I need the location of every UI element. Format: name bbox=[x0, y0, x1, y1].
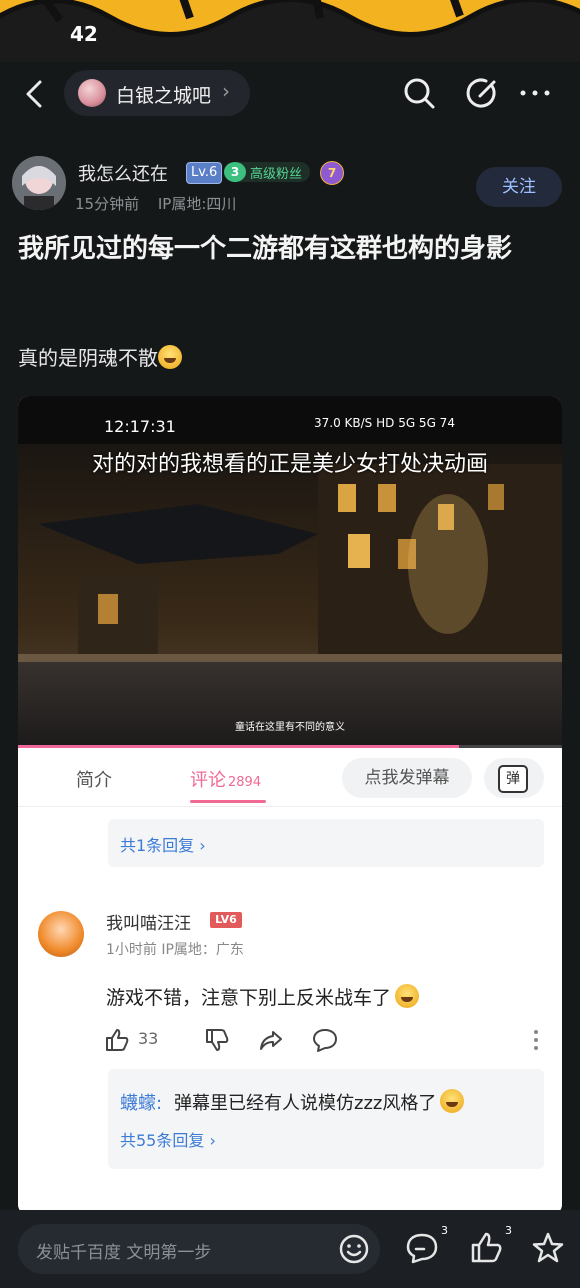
level-badge: Lv.6 bbox=[186, 162, 223, 184]
tab-comments[interactable]: 评论 2894 bbox=[190, 766, 261, 792]
post-image[interactable]: 12:17:31 37.0 KB/S HD 5G 5G 74 对的对的我想看的正… bbox=[18, 396, 562, 1216]
post-body: 真的是阴魂不散 bbox=[18, 342, 182, 371]
post-ip: IP属地:四川 bbox=[157, 195, 237, 213]
chevron-right-icon: › bbox=[222, 79, 230, 103]
composer-placeholder: 发贴千百度 文明第一步 bbox=[36, 1243, 212, 1263]
like-count-total: 3 bbox=[505, 1224, 512, 1237]
comments-button[interactable]: 3 bbox=[404, 1224, 448, 1266]
video-subtitle: 童话在这里有不同的意义 bbox=[235, 722, 345, 733]
video-caption: 对的对的我想看的正是美少女打处决动画 bbox=[91, 452, 488, 477]
video-area: 12:17:31 37.0 KB/S HD 5G 5G 74 对的对的我想看的正… bbox=[18, 396, 562, 748]
post-title: 我所见过的每一个二游都有这群也构的身影 bbox=[18, 234, 513, 264]
author-avatar-image bbox=[12, 156, 66, 210]
share-icon[interactable] bbox=[258, 1027, 284, 1053]
fan-badge: 3 高级粉丝 bbox=[224, 162, 310, 182]
sweat-smile-emoji-icon bbox=[158, 345, 182, 369]
danmu-input[interactable]: 点我发弹幕 bbox=[342, 758, 472, 798]
post-meta: 15分钟前 IP属地:四川 bbox=[75, 193, 236, 214]
danmu-toggle-button[interactable]: 弹 bbox=[484, 758, 544, 798]
tab-intro[interactable]: 简介 bbox=[76, 766, 112, 792]
active-tab-indicator bbox=[190, 800, 266, 803]
sub-reply-user[interactable]: 蠛蠓: bbox=[120, 1089, 162, 1115]
comment-count: 3 bbox=[441, 1224, 448, 1237]
status-time: 12:17:31 bbox=[104, 417, 176, 436]
thumbs-up-icon[interactable] bbox=[104, 1027, 130, 1053]
author-avatar[interactable] bbox=[12, 156, 66, 210]
bottom-action-bar: 发贴千百度 文明第一步 3 3 bbox=[0, 1210, 580, 1288]
commenter-avatar[interactable] bbox=[38, 911, 84, 957]
fan-label: 高级粉丝 bbox=[250, 167, 303, 182]
achievement-badge: 7 bbox=[320, 161, 344, 185]
view-more-replies-link[interactable]: 共55条回复 › bbox=[120, 1127, 216, 1151]
more-vertical-icon[interactable] bbox=[532, 1029, 540, 1051]
tab-comments-count: 2894 bbox=[228, 775, 262, 790]
banner-number: 42 bbox=[70, 22, 98, 46]
forum-pill[interactable]: 白银之城吧 › bbox=[64, 70, 250, 116]
danmu-icon: 弹 bbox=[498, 765, 528, 793]
crying-laugh-emoji-icon bbox=[395, 984, 420, 1008]
forum-avatar bbox=[78, 79, 106, 107]
comment-actions: 33 bbox=[104, 1025, 544, 1055]
top-banner: 42 bbox=[0, 0, 580, 62]
comment-list: 共1条回复 › 我叫喵汪汪 LV6 1小时前 IP属地：广东 游戏不错，注意下别… bbox=[18, 807, 562, 1216]
thumbs-down-icon[interactable] bbox=[204, 1027, 230, 1053]
status-icons: 37.0 KB/S HD 5G 5G 74 bbox=[314, 416, 455, 430]
top-navigation: 白银之城吧 › bbox=[0, 62, 580, 126]
video-frame-image bbox=[18, 444, 562, 748]
sub-reply-box[interactable]: 蠛蠓: 弹幕里已经有人说模仿zzz风格了 共55条回复 › bbox=[108, 1069, 544, 1169]
search-icon[interactable] bbox=[402, 76, 436, 110]
sub-reply-content: 弹幕里已经有人说模仿zzz风格了 bbox=[174, 1093, 437, 1114]
post-time: 15分钟前 bbox=[75, 195, 140, 213]
reply-summary-box[interactable]: 共1条回复 › bbox=[108, 819, 544, 867]
sub-reply-text: 弹幕里已经有人说模仿zzz风格了 bbox=[174, 1089, 465, 1115]
reply-composer[interactable]: 发贴千百度 文明第一步 bbox=[18, 1224, 380, 1274]
follow-button[interactable]: 关注 bbox=[476, 167, 562, 207]
post-body-text: 真的是阴魂不散 bbox=[18, 346, 158, 370]
like-button[interactable]: 3 bbox=[468, 1224, 512, 1266]
more-icon[interactable] bbox=[518, 76, 552, 110]
author-name[interactable]: 我怎么还在 bbox=[78, 160, 168, 186]
phone-status-bar: 12:17:31 37.0 KB/S HD 5G 5G 74 bbox=[18, 396, 562, 444]
star-icon[interactable] bbox=[530, 1230, 566, 1266]
commenter-name[interactable]: 我叫喵汪汪 bbox=[106, 909, 191, 934]
comment-text-content: 游戏不错，注意下别上反米战车了 bbox=[106, 987, 392, 1009]
crying-laugh-emoji-icon bbox=[440, 1089, 465, 1113]
thumbs-up-icon bbox=[471, 1232, 502, 1263]
tab-comments-label: 评论 bbox=[190, 770, 226, 791]
fan-level: 3 bbox=[224, 162, 246, 182]
emoji-icon[interactable] bbox=[338, 1233, 370, 1265]
forum-name: 白银之城吧 bbox=[116, 85, 212, 107]
comment-text: 游戏不错，注意下别上反米战车了 bbox=[106, 983, 420, 1010]
view-replies-link[interactable]: 共1条回复 › bbox=[120, 832, 206, 856]
like-count: 33 bbox=[138, 1029, 159, 1048]
video-tabs: 简介 评论 2894 点我发弹幕 弹 bbox=[18, 748, 562, 807]
edit-icon[interactable] bbox=[466, 76, 500, 110]
comment-icon[interactable] bbox=[312, 1027, 338, 1053]
commenter-level-badge: LV6 bbox=[210, 912, 242, 928]
comment-meta: 1小时前 IP属地：广东 bbox=[106, 942, 244, 958]
comment-bubble-icon bbox=[406, 1233, 438, 1264]
back-arrow-icon[interactable] bbox=[20, 78, 48, 110]
